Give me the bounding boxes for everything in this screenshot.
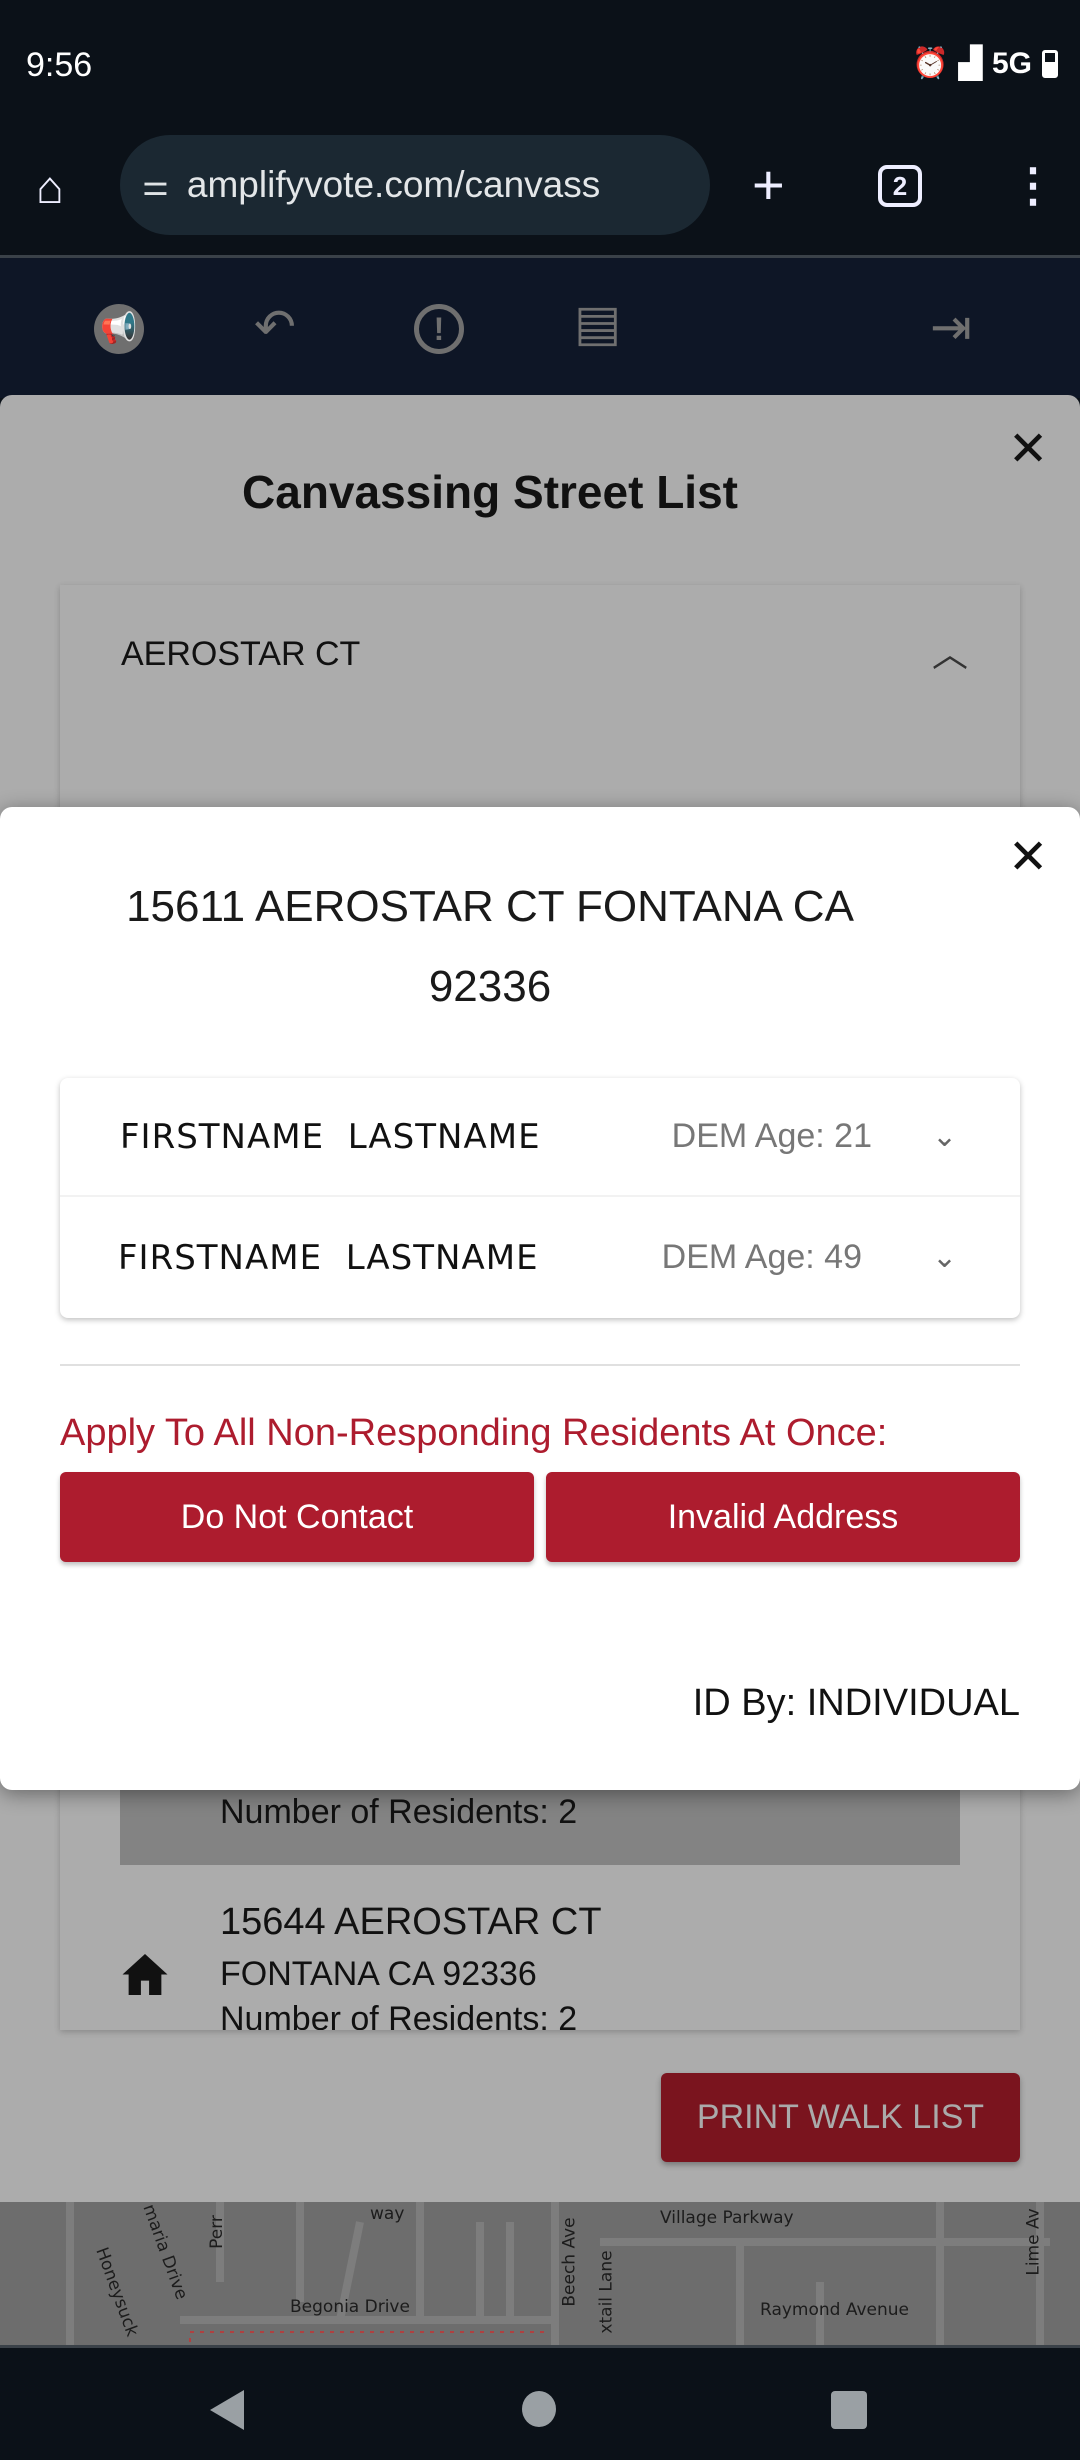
resident-info: DEM Age: 49 bbox=[661, 1238, 862, 1276]
home-icon[interactable]: ⌂ bbox=[36, 160, 64, 214]
network-type: 5G bbox=[991, 46, 1032, 80]
address-dialog: ✕ 15611 AEROSTAR CT FONTANA CA 92336 FIR… bbox=[0, 807, 1080, 1790]
new-tab-icon[interactable]: + bbox=[752, 152, 785, 217]
tab-switcher-button[interactable]: 2 bbox=[878, 165, 922, 207]
signal-icon: ▟ bbox=[958, 47, 982, 80]
home-nav-icon[interactable] bbox=[522, 2391, 556, 2427]
street-name[interactable]: AEROSTAR CT bbox=[121, 635, 360, 674]
status-bar: 9:56 ⏰ ▟ 5G bbox=[0, 0, 1080, 130]
residents-count: Number of Residents: 2 bbox=[220, 1793, 578, 1831]
divider bbox=[60, 1364, 1020, 1366]
url-text: amplifyvote.com/canvass bbox=[186, 164, 601, 205]
id-by-label: ID By: INDIVIDUAL bbox=[692, 1682, 1020, 1724]
resident-info: DEM Age: 21 bbox=[671, 1117, 872, 1155]
chevron-down-icon[interactable]: ⌄ bbox=[932, 1240, 957, 1275]
address-bar[interactable]: ⚌ amplifyvote.com/canvass bbox=[120, 135, 710, 235]
chevron-down-icon[interactable]: ⌄ bbox=[932, 1119, 957, 1154]
close-icon[interactable]: ✕ bbox=[1008, 829, 1048, 885]
back-icon[interactable] bbox=[210, 2390, 244, 2430]
dialog-address: 15611 AEROSTAR CT FONTANA CA 92336 bbox=[126, 882, 854, 1011]
address-line2: FONTANA CA 92336 bbox=[220, 1955, 537, 1993]
alarm-icon: ⏰ bbox=[911, 47, 949, 80]
house-icon bbox=[122, 1954, 168, 1995]
more-menu-icon[interactable]: ⋮ bbox=[1010, 158, 1056, 212]
recents-icon[interactable] bbox=[831, 2391, 867, 2429]
residents-count: Number of Residents: 2 bbox=[220, 2000, 578, 2030]
megaphone-logo-icon[interactable]: 📢 bbox=[94, 304, 144, 354]
chevron-up-icon[interactable]: ︿ bbox=[932, 625, 968, 677]
library-icon[interactable]: ▤ bbox=[574, 294, 621, 352]
close-icon[interactable]: ✕ bbox=[1008, 421, 1048, 477]
resident-row[interactable]: FIRSTNAME LASTNAME DEM Age: 49 ⌄ bbox=[60, 1198, 1020, 1317]
resident-row[interactable]: FIRSTNAME LASTNAME DEM Age: 21 ⌄ bbox=[60, 1078, 1020, 1197]
alert-icon[interactable]: ! bbox=[414, 304, 464, 354]
residents-list: FIRSTNAME LASTNAME DEM Age: 21 ⌄ FIRSTNA… bbox=[60, 1078, 1020, 1318]
browser-toolbar: ⌂ ⚌ amplifyvote.com/canvass + 2 ⋮ bbox=[0, 130, 1080, 255]
apply-all-label: Apply To All Non-Responding Residents At… bbox=[60, 1412, 888, 1454]
clock: 9:56 bbox=[26, 46, 93, 84]
reply-icon[interactable]: ↶ bbox=[254, 298, 296, 356]
logout-icon[interactable]: ⇥ bbox=[930, 298, 972, 356]
map[interactable]: way Village Parkway maria Drive Perr Hon… bbox=[0, 2202, 1080, 2345]
app-toolbar: 📢 ↶ ! ▤ ⇥ bbox=[0, 258, 1080, 398]
battery-icon bbox=[1042, 49, 1058, 78]
print-walk-list-button[interactable]: PRINT WALK LIST bbox=[661, 2073, 1020, 2162]
sheet-title: Canvassing Street List bbox=[242, 466, 738, 518]
address-line1[interactable]: 15644 AEROSTAR CT bbox=[220, 1901, 602, 1944]
do-not-contact-button[interactable]: Do Not Contact bbox=[60, 1472, 534, 1562]
system-nav-bar bbox=[0, 2345, 1080, 2460]
site-settings-icon[interactable]: ⚌ bbox=[142, 168, 169, 203]
invalid-address-button[interactable]: Invalid Address bbox=[546, 1472, 1020, 1562]
